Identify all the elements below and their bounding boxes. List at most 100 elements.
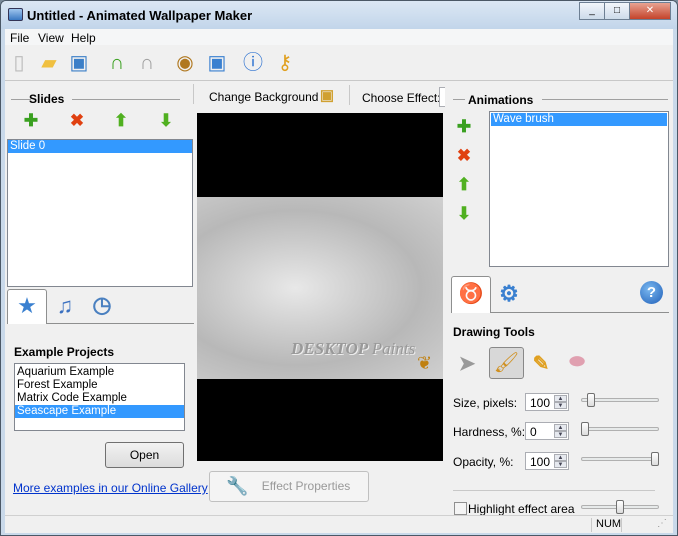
divider xyxy=(453,490,655,491)
help-icon[interactable]: ? xyxy=(640,281,663,304)
open-folder-icon[interactable]: ▰ xyxy=(37,51,61,75)
resize-grip[interactable]: ⋰ xyxy=(657,518,667,529)
delete-slide-icon[interactable]: ✖ xyxy=(67,111,87,131)
toolbar-divider xyxy=(5,80,673,81)
pencil-icon[interactable]: ✎ xyxy=(531,351,551,376)
move-down-icon[interactable]: ⬇ xyxy=(156,111,176,131)
change-background-icon[interactable]: ▣ xyxy=(317,86,337,104)
brush-icon: 🖌 xyxy=(493,352,520,374)
maximize-button[interactable]: □ xyxy=(604,2,630,20)
tab-drawing[interactable]: ♉ xyxy=(451,276,491,313)
size-label: Size, pixels: xyxy=(453,396,518,410)
preview-eye-icon[interactable]: ◉ xyxy=(173,51,197,75)
example-projects-title: Example Projects xyxy=(14,345,115,359)
title-bar: Untitled - Animated Wallpaper Maker _ □ … xyxy=(1,1,677,29)
online-gallery-link[interactable]: More examples in our Online Gallery xyxy=(13,481,208,495)
divider xyxy=(11,99,31,100)
divider xyxy=(193,84,194,104)
butterfly-icon: ❦ xyxy=(417,353,433,373)
select-arrow-icon[interactable]: ➤ xyxy=(457,351,477,376)
drawing-tools-title: Drawing Tools xyxy=(453,325,535,339)
animation-item[interactable]: Wave brush xyxy=(491,113,667,126)
spin-up[interactable]: ▲ xyxy=(554,424,567,431)
opacity-slider-thumb[interactable] xyxy=(651,452,659,466)
close-button[interactable]: ✕ xyxy=(629,2,671,20)
highlight-checkbox[interactable] xyxy=(454,502,467,515)
opacity-value: 100 xyxy=(530,455,551,469)
divider xyxy=(542,99,668,100)
clock-icon[interactable]: ◷ xyxy=(92,292,112,318)
divider xyxy=(453,99,465,100)
menu-bar: File View Help xyxy=(5,29,673,45)
move-up-icon[interactable]: ⬆ xyxy=(454,175,474,195)
menu-file[interactable]: File xyxy=(10,31,29,45)
slides-list[interactable]: Slide 0 xyxy=(7,139,193,287)
hardness-slider[interactable] xyxy=(581,427,659,431)
size-slider-thumb[interactable] xyxy=(586,393,595,407)
undo-icon[interactable]: ∩ xyxy=(105,51,129,75)
example-item[interactable]: Forest Example xyxy=(15,379,184,392)
effect-properties-button[interactable]: 🔧 Effect Properties xyxy=(209,471,369,502)
add-animation-icon[interactable]: ✚ xyxy=(454,117,474,137)
window-title: Untitled - Animated Wallpaper Maker xyxy=(27,8,253,23)
menu-view[interactable]: View xyxy=(38,31,64,45)
client-area: File View Help ▯ ▰ ▣ ∩ ∩ ◉ ▣ ⓘ ⚷ Slides ✚ ✖ ⬆ ⬇ … xyxy=(5,29,673,533)
animations-title: Animations xyxy=(468,93,534,107)
highlight-slider-thumb[interactable] xyxy=(616,500,624,514)
divider xyxy=(621,518,622,532)
size-spinner[interactable]: 100 ▲ ▼ xyxy=(525,393,569,411)
watermark-logo: DESKTOP Paints xyxy=(291,339,416,358)
example-item[interactable]: Aquarium Example xyxy=(15,366,184,379)
example-item[interactable]: Seascape Example xyxy=(15,405,184,418)
brush-tool-button[interactable]: 🖌 xyxy=(489,347,524,379)
add-slide-icon[interactable]: ✚ xyxy=(21,111,41,131)
spin-up[interactable]: ▲ xyxy=(554,454,567,461)
highlight-label: Highlight effect area xyxy=(468,502,575,516)
settings-gears-icon[interactable]: ⚙ xyxy=(499,281,519,307)
opacity-spinner[interactable]: 100 ▲ ▼ xyxy=(525,452,569,470)
slide-item[interactable]: Slide 0 xyxy=(8,140,192,153)
tab-favorites[interactable]: ★ xyxy=(7,289,47,324)
choose-effect-label: Choose Effect: xyxy=(362,91,441,105)
hardness-label: Hardness, %: xyxy=(453,425,526,439)
eraser-icon[interactable]: ⬬ xyxy=(567,351,587,372)
spin-up[interactable]: ▲ xyxy=(554,395,567,402)
move-up-icon[interactable]: ⬆ xyxy=(111,111,131,131)
status-bar: NUM ⋰ xyxy=(5,515,673,533)
choose-effect-dropdown[interactable] xyxy=(439,87,445,107)
info-icon[interactable]: ⓘ xyxy=(241,51,265,75)
spin-down[interactable]: ▼ xyxy=(554,402,567,409)
animations-list[interactable]: Wave brush xyxy=(489,111,669,267)
open-button[interactable]: Open xyxy=(105,442,184,468)
hardness-value: 0 xyxy=(530,425,537,439)
minimize-button[interactable]: _ xyxy=(579,2,605,20)
save-icon[interactable]: ▣ xyxy=(67,51,91,75)
music-icon[interactable]: ♫ xyxy=(55,293,75,319)
divider xyxy=(591,518,592,532)
spin-down[interactable]: ▼ xyxy=(554,461,567,468)
set-wallpaper-icon[interactable]: ▣ xyxy=(205,51,229,75)
opacity-slider[interactable] xyxy=(581,457,659,461)
example-projects-list[interactable]: Aquarium Example Forest Example Matrix C… xyxy=(14,363,185,431)
num-lock-indicator: NUM xyxy=(596,518,622,530)
size-value: 100 xyxy=(530,396,551,410)
divider xyxy=(72,99,180,100)
menu-help[interactable]: Help xyxy=(71,31,96,45)
opacity-label: Opacity, %: xyxy=(453,455,514,469)
brush-cup-icon: ♉ xyxy=(458,283,484,305)
change-background-label[interactable]: Change Background xyxy=(209,90,318,104)
example-item[interactable]: Matrix Code Example xyxy=(15,392,184,405)
new-file-icon[interactable]: ▯ xyxy=(7,51,31,75)
delete-animation-icon[interactable]: ✖ xyxy=(454,146,474,166)
preview-canvas[interactable]: DESKTOP Paints ❦ xyxy=(197,113,443,461)
divider xyxy=(349,85,350,105)
wallpaper-image: DESKTOP Paints ❦ xyxy=(197,197,443,379)
key-icon[interactable]: ⚷ xyxy=(273,51,297,75)
app-icon xyxy=(8,8,23,21)
hardness-slider-thumb[interactable] xyxy=(581,422,589,436)
move-down-icon[interactable]: ⬇ xyxy=(454,204,474,224)
redo-icon[interactable]: ∩ xyxy=(135,51,159,75)
slides-title: Slides xyxy=(29,92,65,106)
hardness-spinner[interactable]: 0 ▲ ▼ xyxy=(525,422,569,440)
spin-down[interactable]: ▼ xyxy=(554,431,567,438)
